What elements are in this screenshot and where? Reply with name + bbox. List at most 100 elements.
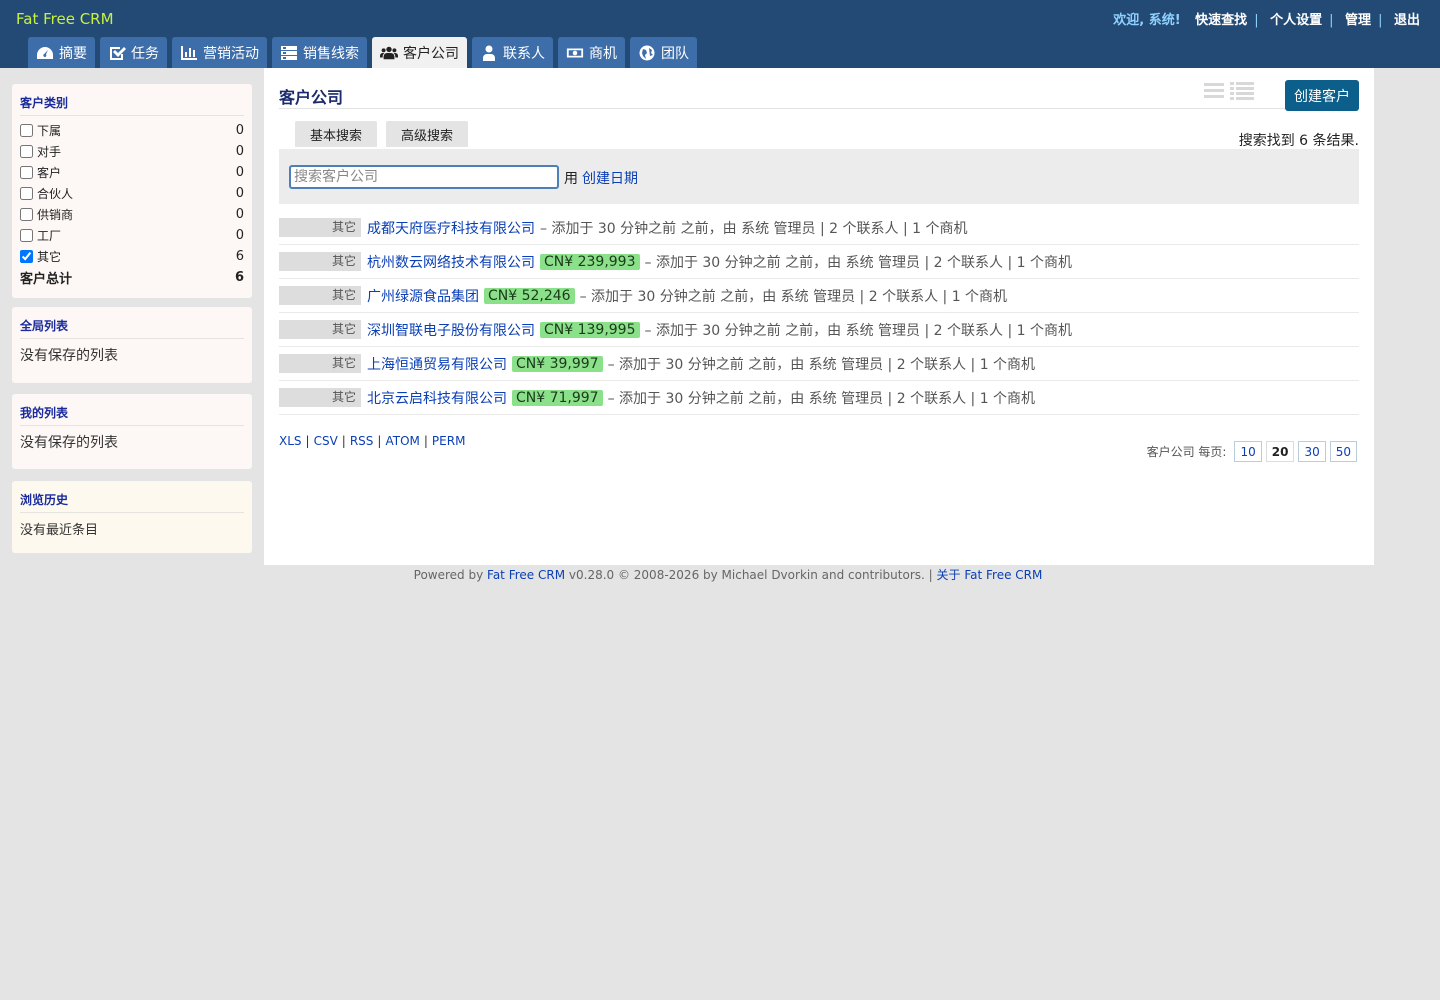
footer: Powered by Fat Free CRM v0.28.0 © 2008-2… bbox=[0, 566, 1440, 583]
pipeline-amount: CN¥ 139,995 bbox=[540, 321, 640, 338]
account-meta: – 添加于 30 分钟之前 之前，由 系统 管理员 | 2 个联系人 | 1 个… bbox=[607, 356, 1036, 373]
table-row: 其它 深圳智联电子股份有限公司 CN¥ 139,995 – 添加于 30 分钟之… bbox=[279, 313, 1359, 347]
category-label: 工厂 bbox=[37, 229, 62, 243]
category-count: 0 bbox=[235, 144, 244, 159]
category-badge: 其它 bbox=[279, 320, 361, 339]
per-page-option[interactable]: 50 bbox=[1329, 441, 1357, 462]
user-nav: 欢迎, 系统! 快速查找 | 个人设置 | 管理 | 退出 bbox=[1113, 13, 1420, 28]
account-link[interactable]: 深圳智联电子股份有限公司 bbox=[367, 320, 535, 340]
logout-link[interactable]: 退出 bbox=[1394, 13, 1420, 28]
tab-label: 团队 bbox=[661, 45, 689, 62]
top-header: Fat Free CRM 欢迎, 系统! 快速查找 | 个人设置 | 管理 | 退出 … bbox=[0, 0, 1440, 68]
pipeline-amount: CN¥ 239,993 bbox=[540, 253, 640, 270]
category-badge: 其它 bbox=[279, 252, 361, 271]
category-row: 供销商 0 bbox=[20, 204, 244, 225]
search-input[interactable] bbox=[289, 165, 559, 189]
profile-link[interactable]: 个人设置 bbox=[1270, 13, 1322, 28]
category-badge: 其它 bbox=[279, 286, 361, 305]
category-checkbox[interactable] bbox=[20, 229, 33, 242]
category-checkbox[interactable] bbox=[20, 208, 33, 221]
category-count: 6 bbox=[235, 249, 244, 264]
tab-label: 任务 bbox=[131, 45, 159, 62]
tab-opportunities[interactable]: 商机 bbox=[558, 37, 625, 68]
category-label: 对手 bbox=[37, 145, 62, 159]
tab-team[interactable]: 团队 bbox=[630, 37, 697, 68]
category-row: 工厂 0 bbox=[20, 225, 244, 246]
tab-leads[interactable]: 销售线索 bbox=[272, 37, 367, 68]
tab-tasks[interactable]: 任务 bbox=[100, 37, 167, 68]
category-checkbox[interactable] bbox=[20, 145, 33, 158]
account-meta: – 添加于 30 分钟之前 之前，由 系统 管理员 | 2 个联系人 | 1 个… bbox=[607, 390, 1036, 407]
category-count: 0 bbox=[235, 186, 244, 201]
export-csv-link[interactable]: CSV bbox=[314, 434, 338, 448]
bar-chart-icon bbox=[181, 45, 197, 60]
category-row: 其它 6 bbox=[20, 246, 244, 267]
app-brand[interactable]: Fat Free CRM bbox=[16, 10, 114, 28]
main-content: 客户公司 创建客户 基本搜索 高级搜索 搜索找到 6 条结果. 用创建日期 其它… bbox=[264, 68, 1374, 565]
category-checkbox[interactable] bbox=[20, 124, 33, 137]
per-page-option[interactable]: 30 bbox=[1298, 441, 1326, 462]
category-row: 合伙人 0 bbox=[20, 183, 244, 204]
footer-text: v0.28.0 © 2008-2026 by Michael Dvorkin a… bbox=[568, 568, 933, 582]
per-page-option[interactable]: 10 bbox=[1234, 441, 1262, 462]
per-page-label: 客户公司 每页: bbox=[1146, 445, 1227, 459]
account-link[interactable]: 杭州数云网络技术有限公司 bbox=[367, 252, 535, 272]
global-lists-empty: 没有保存的列表 bbox=[20, 348, 118, 364]
tab-label: 客户公司 bbox=[403, 45, 459, 62]
category-badge: 其它 bbox=[279, 354, 361, 373]
category-row: 客户 0 bbox=[20, 162, 244, 183]
tab-label: 营销活动 bbox=[203, 45, 259, 62]
tab-dashboard[interactable]: 摘要 bbox=[28, 37, 95, 68]
money-icon bbox=[566, 48, 584, 57]
my-lists-title: 我的列表 bbox=[20, 404, 244, 426]
global-lists-panel: 全局列表 没有保存的列表 bbox=[12, 307, 252, 383]
admin-link[interactable]: 管理 bbox=[1345, 13, 1371, 28]
export-atom-link[interactable]: ATOM bbox=[385, 434, 419, 448]
history-panel: 浏览历史 没有最近条目 bbox=[12, 481, 252, 553]
quick-find-link[interactable]: 快速查找 bbox=[1195, 13, 1247, 28]
per-page-option-selected[interactable]: 20 bbox=[1265, 441, 1295, 462]
tab-basic-search[interactable]: 基本搜索 bbox=[295, 121, 378, 147]
history-title: 浏览历史 bbox=[20, 491, 244, 513]
search-panel: 用创建日期 bbox=[279, 149, 1359, 204]
create-account-button[interactable]: 创建客户 bbox=[1285, 80, 1359, 111]
export-rss-link[interactable]: RSS bbox=[350, 434, 374, 448]
account-meta: – 添加于 30 分钟之前 之前，由 系统 管理员 | 2 个联系人 | 1 个… bbox=[644, 322, 1072, 339]
result-count: 搜索找到 6 条结果. bbox=[1238, 133, 1359, 149]
search-tabs: 基本搜索 高级搜索 bbox=[295, 121, 469, 147]
account-link[interactable]: 广州绿源食品集团 bbox=[367, 286, 479, 306]
category-row: 对手 0 bbox=[20, 141, 244, 162]
category-label: 合伙人 bbox=[37, 187, 74, 201]
tab-accounts[interactable]: 客户公司 bbox=[372, 37, 467, 68]
account-link[interactable]: 北京云启科技有限公司 bbox=[367, 388, 507, 408]
pipeline-amount: CN¥ 71,997 bbox=[512, 389, 603, 406]
category-badge: 其它 bbox=[279, 218, 361, 237]
category-count: 0 bbox=[235, 207, 244, 222]
tab-label: 销售线索 bbox=[303, 45, 359, 62]
tab-advanced-search[interactable]: 高级搜索 bbox=[386, 121, 469, 147]
category-checkbox[interactable] bbox=[20, 250, 33, 263]
category-filter-title: 客户类别 bbox=[20, 94, 244, 116]
checkbox-icon bbox=[110, 46, 126, 60]
category-checkbox[interactable] bbox=[20, 187, 33, 200]
sort-by-created-link[interactable]: 创建日期 bbox=[582, 171, 638, 187]
table-row: 其它 杭州数云网络技术有限公司 CN¥ 239,993 – 添加于 30 分钟之… bbox=[279, 245, 1359, 279]
category-checkbox[interactable] bbox=[20, 166, 33, 179]
long-view-icon[interactable] bbox=[1230, 81, 1254, 105]
tab-campaigns[interactable]: 营销活动 bbox=[172, 37, 267, 68]
category-badge: 其它 bbox=[279, 388, 361, 407]
permalink-link[interactable]: PERM bbox=[432, 434, 466, 448]
brief-view-icon[interactable] bbox=[1204, 81, 1224, 105]
category-total-label: 客户总计 bbox=[20, 272, 73, 287]
dashboard-icon bbox=[37, 46, 53, 59]
list-icon bbox=[281, 45, 297, 60]
account-link[interactable]: 成都天府医疗科技有限公司 bbox=[367, 218, 535, 238]
tab-contacts[interactable]: 联系人 bbox=[472, 37, 553, 68]
welcome-text: 欢迎, 系统! bbox=[1113, 13, 1181, 28]
export-xls-link[interactable]: XLS bbox=[279, 434, 302, 448]
account-link[interactable]: 上海恒通贸易有限公司 bbox=[367, 354, 507, 374]
footer-product-link[interactable]: Fat Free CRM bbox=[487, 568, 565, 582]
footer-about-link[interactable]: 关于 Fat Free CRM bbox=[937, 568, 1043, 582]
my-lists-empty: 没有保存的列表 bbox=[20, 435, 118, 451]
per-page-selector: 客户公司 每页: 10 20 30 50 bbox=[1147, 441, 1357, 462]
